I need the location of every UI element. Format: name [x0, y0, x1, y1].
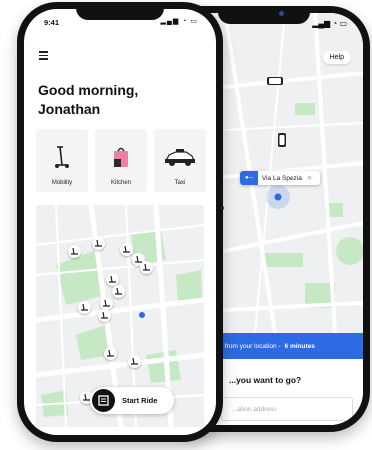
- scooter-icon: [115, 288, 122, 295]
- scooter-icon: [71, 248, 78, 255]
- scooter-icon: [95, 240, 102, 247]
- scooter-marker[interactable]: [98, 309, 111, 322]
- front-screen: 9:41 ▂▄▆ ◔ ▭ Good morning, Jonathan Mobi…: [24, 9, 216, 435]
- help-button[interactable]: Help: [322, 51, 351, 64]
- scooter-marker[interactable]: [78, 301, 91, 314]
- eta-time: 6 minutes: [284, 342, 315, 350]
- service-label: Mobility: [51, 180, 73, 186]
- scooter-marker[interactable]: [100, 297, 113, 310]
- food-bag-icon: [114, 147, 128, 167]
- scooter-icon: [83, 394, 90, 401]
- camera-icon: [279, 11, 284, 16]
- scooter-icon: [103, 300, 110, 307]
- close-icon[interactable]: ✕: [307, 174, 312, 182]
- greeting-title: Good morning, Jonathan: [38, 82, 139, 117]
- hamburger-menu-icon[interactable]: [39, 51, 48, 62]
- scooter-marker[interactable]: [128, 355, 141, 368]
- scooter-icon: [131, 358, 138, 365]
- destination-question: ...you want to go?: [229, 375, 302, 385]
- scooter-marker[interactable]: [112, 285, 125, 298]
- destination-chip[interactable]: ●─ Via La Spezia ✕: [240, 171, 321, 185]
- service-card-mobility[interactable]: Mobility: [36, 129, 88, 192]
- scooter-marker[interactable]: [140, 261, 153, 274]
- location-pin-icon: ●─: [240, 171, 258, 185]
- status-icons: ▂▄▆ ◔ ▭: [160, 18, 198, 25]
- status-time: 9:41: [44, 18, 60, 27]
- phone-notch: [218, 6, 310, 24]
- scooter-marker[interactable]: [104, 347, 117, 360]
- status-icons: ▂▄▆ ◔ ▭: [312, 19, 347, 28]
- phone-notch: [76, 2, 164, 20]
- car-icon: [165, 149, 195, 166]
- scooter-icon: [101, 312, 108, 319]
- service-card-kitchen[interactable]: Kitchen: [95, 129, 147, 192]
- scooter-icon: [143, 264, 150, 271]
- scooter-icon: [81, 304, 88, 311]
- scooter-marker[interactable]: [68, 245, 81, 258]
- scooter-icon: [55, 146, 69, 168]
- destination-input[interactable]: ...ation address: [221, 397, 353, 421]
- start-ride-label: Start Ride: [122, 396, 158, 405]
- start-ride-button[interactable]: Start Ride: [90, 387, 174, 414]
- scooter-icon: [123, 246, 130, 253]
- services-row: Mobility Kitchen Taxi: [36, 129, 206, 192]
- qr-scan-icon: [92, 389, 115, 412]
- service-label: Taxi: [174, 180, 186, 186]
- front-phone: 9:41 ▂▄▆ ◔ ▭ Good morning, Jonathan Mobi…: [17, 2, 223, 442]
- destination-label: Via La Spezia: [261, 174, 302, 182]
- service-card-taxi[interactable]: Taxi: [154, 129, 206, 192]
- scooter-marker[interactable]: [92, 237, 105, 250]
- scooter-marker[interactable]: [120, 243, 133, 256]
- scooter-icon: [109, 276, 116, 283]
- scooter-icon: [107, 350, 114, 357]
- service-label: Kitchen: [110, 180, 131, 186]
